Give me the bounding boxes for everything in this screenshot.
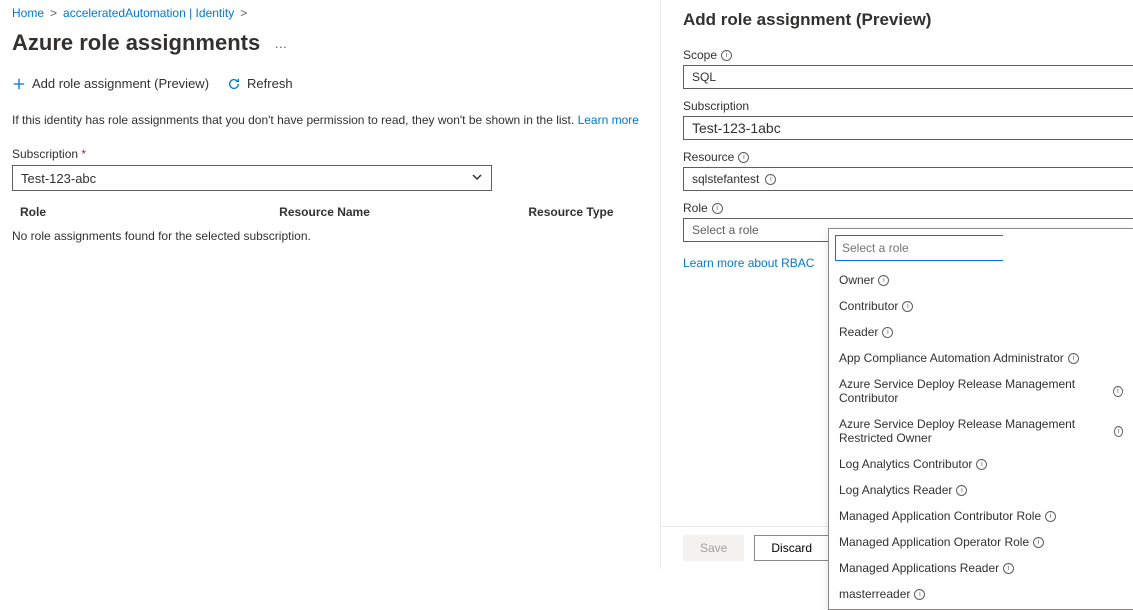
subscription-value: Test-123-abc [21,171,96,186]
chevron-down-icon [471,171,483,186]
info-icon: i [914,589,925,600]
info-icon: i [721,50,732,61]
role-option[interactable]: Contributor i [829,293,1133,319]
scope-value: SQL [692,70,716,84]
page-title: Azure role assignments [12,30,260,56]
role-option-label: Log Analytics Reader [839,483,952,497]
info-icon: i [712,203,723,214]
role-option-label: masterreader [839,587,910,601]
info-icon: i [765,174,776,185]
role-option-label: App Compliance Automation Administrator [839,351,1064,365]
column-role: Role [20,205,279,219]
role-option-label: Reader [839,325,878,339]
scope-select[interactable]: SQL [683,65,1133,89]
info-icon: i [882,327,893,338]
toolbar: Add role assignment (Preview) Refresh [12,76,648,91]
table-header: Role Resource Name Resource Type [12,205,648,219]
role-option-label: Owner [839,273,874,287]
resource-label: Resourcei [683,150,1133,164]
role-option-label: Managed Applications Reader [839,561,999,575]
empty-state-message: No role assignments found for the select… [12,229,648,243]
role-placeholder: Select a role [692,223,759,237]
role-option-label: Managed Application Operator Role [839,535,1029,549]
info-icon: i [1114,426,1123,437]
info-icon: i [1113,386,1123,397]
role-option-label: Azure Service Deploy Release Management … [839,377,1109,405]
info-icon: i [976,459,987,470]
blade-title: Add role assignment (Preview) [683,10,1133,30]
blade-subscription-select[interactable]: Test-123-1abc [683,116,1133,140]
rbac-learn-more-link[interactable]: Learn more about RBAC [683,256,814,270]
role-option[interactable]: Azure Service Deploy Release Management … [829,371,1133,411]
refresh-icon [227,77,241,91]
role-option[interactable]: Log Analytics Reader i [829,477,1133,503]
add-role-assignment-label: Add role assignment (Preview) [32,76,209,91]
refresh-button[interactable]: Refresh [227,76,293,91]
save-button: Save [683,535,744,561]
refresh-label: Refresh [247,76,293,91]
subscription-label: Subscription * [12,147,648,161]
role-dropdown: OwneriContributoriReaderiApp Compliance … [828,228,1133,610]
info-icon: i [956,485,967,496]
role-option-label: Azure Service Deploy Release Management … [839,417,1110,445]
role-option[interactable]: Readeri [829,319,1133,345]
column-resource-type: Resource Type [528,205,648,219]
role-option[interactable]: Managed Application Contributor Role i [829,503,1133,529]
role-label: Rolei [683,201,1133,215]
role-search-input[interactable] [835,235,1003,261]
breadcrumb-identity[interactable]: acceleratedAutomation | Identity [63,6,234,20]
role-option-label: Contributor [839,299,898,313]
info-icon: i [1045,511,1056,522]
scope-label: Scopei [683,48,1133,62]
plus-icon [12,77,26,91]
resource-select[interactable]: sqlstefantest i [683,167,1133,191]
info-icon: i [902,301,913,312]
learn-more-link[interactable]: Learn more [578,113,639,127]
info-icon: i [1033,537,1044,548]
subscription-select[interactable]: Test-123-abc [12,165,492,191]
role-option-list: OwneriContributoriReaderiApp Compliance … [829,265,1133,609]
breadcrumb-home[interactable]: Home [12,6,44,20]
breadcrumb: Home > acceleratedAutomation | Identity … [12,6,648,24]
add-role-assignment-button[interactable]: Add role assignment (Preview) [12,76,209,91]
chevron-right-icon: > [50,6,57,20]
blade-subscription-label: Subscription [683,99,1133,113]
chevron-right-icon: > [240,6,247,20]
role-option-label: Managed Application Contributor Role [839,509,1041,523]
role-option[interactable]: Azure Service Deploy Release Management … [829,411,1133,451]
column-resource-name: Resource Name [279,205,528,219]
info-icon: i [878,275,889,286]
more-menu-button[interactable]: … [270,36,293,51]
role-option[interactable]: Owneri [829,267,1133,293]
info-icon: i [1068,353,1079,364]
role-option[interactable]: Managed Applications Reader i [829,555,1133,581]
blade-subscription-value: Test-123-1abc [692,120,781,136]
role-option-label: Log Analytics Contributor [839,457,972,471]
role-option[interactable]: Managed Application Operator Role i [829,529,1133,555]
role-option[interactable]: Log Analytics Contributor i [829,451,1133,477]
role-option[interactable]: App Compliance Automation Administrator i [829,345,1133,371]
resource-value: sqlstefantest [692,172,759,186]
info-icon: i [738,152,749,163]
permission-hint: If this identity has role assignments th… [12,113,648,127]
hint-text: If this identity has role assignments th… [12,113,574,127]
discard-button[interactable]: Discard [754,535,829,561]
role-option[interactable]: masterreader i [829,581,1133,607]
info-icon: i [1003,563,1014,574]
main-content: Home > acceleratedAutomation | Identity … [0,0,660,569]
